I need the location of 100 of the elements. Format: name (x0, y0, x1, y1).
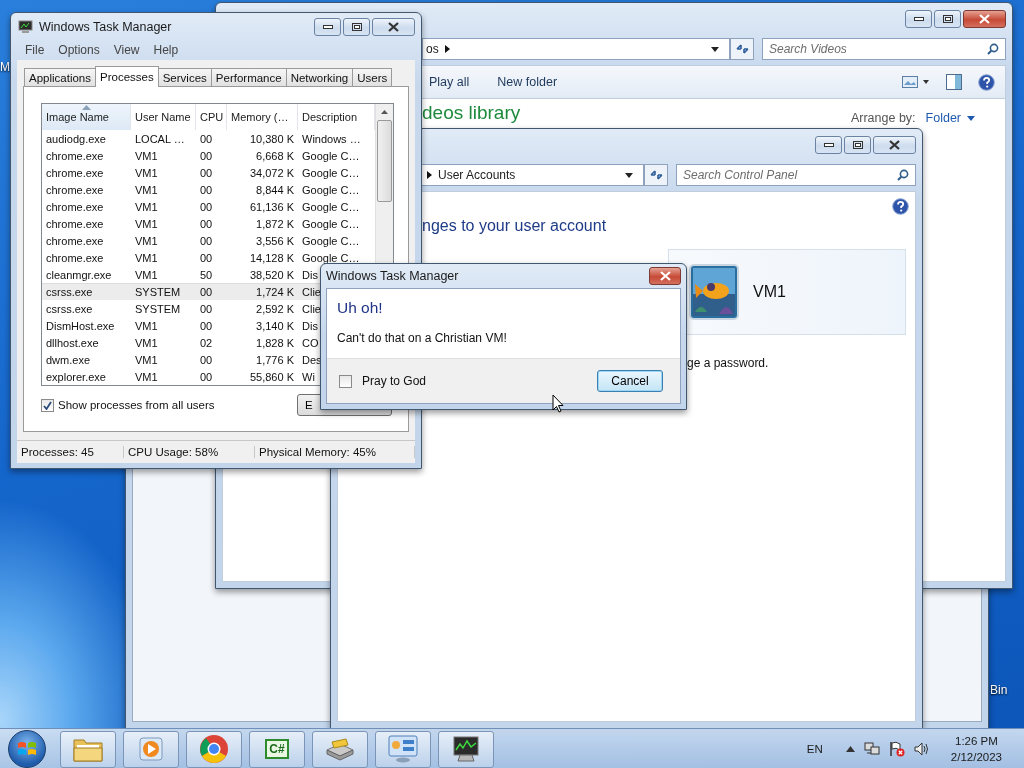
table-cell-text: 38,520 K (248, 269, 295, 281)
close-button[interactable] (873, 136, 916, 154)
speaker-icon[interactable] (913, 741, 930, 757)
preview-pane-icon[interactable] (946, 74, 962, 90)
table-row[interactable]: chrome.exe VM1 00 14,128 K Google C… (42, 249, 375, 266)
table-cell-text: csrss.exe (45, 303, 94, 315)
table-row[interactable]: chrome.exe VM1 00 61,136 K Google C… (42, 198, 375, 215)
tab[interactable]: Users (352, 68, 393, 86)
maximize-icon (942, 15, 953, 23)
clock-time: 1:26 PM (955, 734, 998, 749)
table-row[interactable]: chrome.exe VM1 00 6,668 K Google C… (42, 147, 375, 164)
refresh-button[interactable] (644, 164, 668, 186)
dialog-title: Windows Task Manager (326, 269, 459, 283)
flag-icon[interactable] (888, 741, 905, 757)
menu-item[interactable]: Options (58, 43, 100, 57)
task-link[interactable]: ge a password. (687, 356, 909, 370)
maximize-button[interactable] (343, 17, 370, 36)
show-all-checkbox[interactable]: Show processes from all users (41, 398, 215, 412)
play-icon (137, 735, 165, 763)
table-cell-text: CO (301, 337, 320, 349)
library-heading: deos library (422, 102, 521, 124)
column-header[interactable]: Image Name (42, 104, 131, 130)
status-text: CPU Usage: 58% (124, 446, 255, 458)
table-cell-text: DismHost.exe (45, 320, 116, 332)
table-row[interactable]: chrome.exe VM1 00 3,556 K Google C… (42, 232, 375, 249)
minimize-button[interactable] (905, 10, 932, 28)
monitor-icon (450, 734, 482, 764)
minimize-button[interactable] (314, 17, 341, 36)
search-field[interactable]: Search Control Panel (676, 164, 916, 186)
tab[interactable]: Services (157, 68, 212, 86)
table-row[interactable]: audiodg.exe LOCAL … 00 10,380 K Windows … (42, 130, 375, 147)
language-indicator[interactable]: EN (806, 743, 823, 755)
menu-item[interactable]: View (113, 43, 140, 57)
toolbar-button[interactable]: Play all (429, 73, 470, 91)
start-button[interactable] (8, 730, 46, 768)
taskbar-button[interactable] (438, 730, 494, 768)
desktop-icon-label[interactable]: Bin (990, 683, 1008, 697)
user-name: VM1 (753, 283, 786, 301)
dropdown-arrow-icon (967, 115, 975, 121)
chevron-icon (444, 45, 450, 53)
table-cell-text: Windows … (301, 133, 362, 145)
close-button[interactable] (963, 10, 1006, 28)
maximize-icon (351, 22, 362, 31)
table-cell-text: dllhost.exe (45, 337, 100, 349)
close-button[interactable] (649, 267, 681, 285)
menu-item[interactable]: Help (153, 43, 179, 57)
table-cell-text: 14,128 K (248, 252, 295, 264)
pray-checkbox[interactable]: Pray to God (339, 374, 427, 388)
network-icon[interactable] (863, 741, 880, 757)
minimize-button[interactable] (815, 136, 842, 154)
table-cell-text: VM1 (134, 269, 159, 281)
tab[interactable]: Processes (95, 66, 159, 87)
help-icon[interactable] (892, 198, 909, 215)
tab[interactable]: Performance (210, 68, 287, 86)
table-cell-text: Google C… (301, 235, 361, 247)
table-row[interactable]: chrome.exe VM1 00 8,844 K Google C… (42, 181, 375, 198)
address-field[interactable]: os (422, 38, 730, 60)
table-cell-text: chrome.exe (45, 218, 105, 230)
show-hidden-icons-icon[interactable] (845, 746, 855, 752)
table-cell-text: audiodg.exe (45, 133, 107, 145)
sort-arrow-icon (82, 105, 91, 110)
clock[interactable]: 1:26 PM 2/12/2023 (950, 733, 1002, 765)
cancel-button[interactable]: Cancel (597, 370, 663, 392)
minimize-icon (913, 17, 924, 21)
dialog-heading: Uh oh! (337, 299, 384, 317)
table-row[interactable]: chrome.exe VM1 00 1,872 K Google C… (42, 215, 375, 232)
table-cell-text: VM1 (134, 235, 159, 247)
search-field[interactable]: Search Videos (762, 38, 1006, 60)
table-cell-text: Google C… (301, 252, 361, 264)
maximize-button[interactable] (844, 136, 871, 154)
address-field[interactable]: User Accounts (421, 164, 644, 186)
table-cell-text: chrome.exe (45, 184, 105, 196)
windows-logo-icon (17, 740, 37, 758)
desktop-icon-label[interactable]: M (0, 60, 10, 74)
refresh-icon (648, 169, 664, 181)
table-cell-text: 00 (199, 184, 214, 196)
maximize-button[interactable] (934, 10, 961, 28)
table-cell-text: VM1 (134, 201, 159, 213)
arrange-dropdown[interactable]: Folder (925, 111, 975, 125)
table-cell-text: 00 (199, 201, 214, 213)
refresh-button[interactable] (730, 38, 754, 60)
table-row[interactable]: chrome.exe VM1 00 34,072 K Google C… (42, 164, 375, 181)
view-icon[interactable] (902, 76, 930, 88)
toolbar-button[interactable]: New folder (497, 73, 558, 91)
table-cell-text: 1,776 K (255, 354, 295, 366)
tab[interactable]: Applications (24, 68, 96, 86)
help-icon[interactable] (978, 73, 995, 91)
table-cell-text: VM1 (134, 354, 159, 366)
close-button[interactable] (372, 17, 415, 36)
taskbar-button[interactable]: C# (249, 730, 305, 768)
maximize-icon (852, 141, 863, 149)
table-cell-text: 61,136 K (248, 201, 295, 213)
tab[interactable]: Networking (285, 68, 354, 86)
table-cell-text: Google C… (301, 218, 361, 230)
table-cell-text: Google C… (301, 150, 361, 162)
arrange-label: Arrange by: (850, 111, 916, 125)
table-cell-text: chrome.exe (45, 252, 105, 264)
table-cell-text: LOCAL … (134, 133, 186, 145)
table-cell-text: 00 (199, 354, 214, 366)
menu-item[interactable]: File (25, 43, 45, 57)
